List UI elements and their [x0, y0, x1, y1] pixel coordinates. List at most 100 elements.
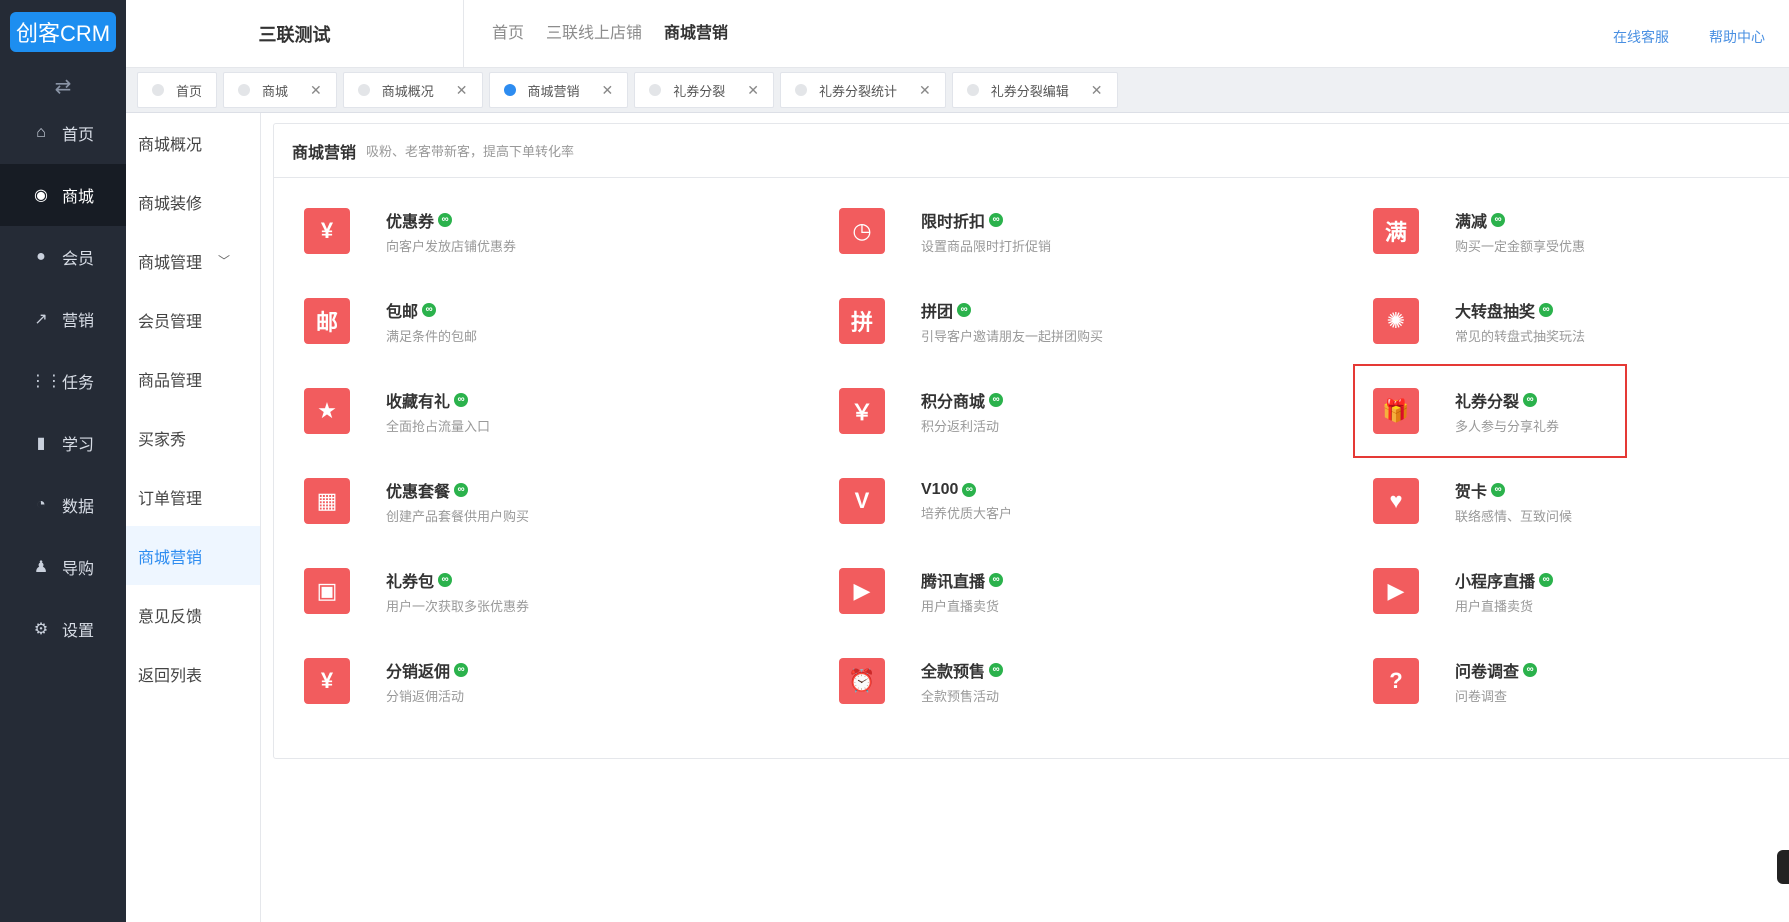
nav-item-marketing[interactable]: ↗ 营销 [0, 288, 126, 350]
main-sidebar: 创客CRM ⇄ ⌂ 首页 ◉ 商城 ● 会员 ↗ 营销 ⋮⋮ 任务 ▮ 学习 ◔ 数据 ♟ 导购… [0, 0, 126, 922]
submenu-item-product-management[interactable]: 商品管理 [126, 349, 260, 408]
nav-label: 设置 [62, 623, 95, 640]
nav-item-study[interactable]: ▮ 学习 [0, 412, 126, 474]
marketing-tool-card[interactable]: ￥ 积分商城 ∞ 积分返利活动 [809, 366, 1129, 456]
breadcrumb-current: 商城营销 [664, 25, 729, 42]
close-icon[interactable]: ✕ [747, 82, 759, 99]
link-icon[interactable]: ∞ [1523, 662, 1538, 677]
submenu-item-shop-decoration[interactable]: 商城装修 [126, 172, 260, 231]
nav-item-task[interactable]: ⋮⋮ 任务 [0, 350, 126, 412]
alarm-icon: ⏰ [839, 658, 885, 704]
breadcrumb-item[interactable]: 三联线上店铺 [546, 19, 642, 43]
marketing-tool-card[interactable]: ▶ 腾讯直播 ∞ 用户直播卖货 [809, 546, 1129, 636]
submenu-item-member-management[interactable]: 会员管理 [126, 290, 260, 349]
nav-item-data[interactable]: ◔ 数据 [0, 474, 126, 536]
tool-description: 创建产品套餐供用户购买 [386, 508, 530, 524]
link-icon[interactable]: ∞ [422, 302, 437, 317]
link-icon[interactable]: ∞ [989, 212, 1004, 227]
tab-shop-overview[interactable]: 商城概况 ✕ [342, 72, 483, 108]
tool-description: 用户直播卖货 [1455, 598, 1534, 614]
close-icon[interactable]: ✕ [310, 82, 322, 99]
team-icon: ♟ [33, 559, 49, 576]
tool-name: 优惠券 [386, 213, 435, 231]
submenu-item-feedback[interactable]: 意见反馈 [126, 585, 260, 644]
marketing-tool-card[interactable]: ? 问卷调查 ∞ 问卷调查 [1343, 636, 1663, 726]
marketing-tool-card[interactable]: 满 满减 ∞ 购买一定金额享受优惠 [1343, 186, 1663, 276]
marketing-tool-card[interactable]: ▣ 礼券包 ∞ 用户一次获取多张优惠券 [274, 546, 594, 636]
link-icon[interactable]: ∞ [1539, 572, 1554, 587]
marketing-tool-card[interactable]: 🎁 礼券分裂 ∞ 多人参与分享礼券 [1353, 364, 1627, 458]
tool-name-row: 满减 ∞ [1455, 208, 1585, 232]
link-icon[interactable]: ∞ [1491, 212, 1506, 227]
swap-arrows-icon[interactable]: ⇄ [0, 70, 126, 102]
breadcrumb-item[interactable]: 首页 [492, 19, 524, 43]
marketing-tool-card[interactable]: ✺ 大转盘抽奖 ∞ 常见的转盘式抽奖玩法 [1343, 276, 1663, 366]
tab-shop[interactable]: 商城 ✕ [223, 72, 337, 108]
marketing-tool-card[interactable]: ¥ 优惠券 ∞ 向客户发放店铺优惠券 [274, 186, 594, 276]
marketing-tool-card[interactable]: ⏰ 全款预售 ∞ 全款预售活动 [809, 636, 1129, 726]
marketing-tool-card[interactable]: V V100 ∞ 培养优质大客户 [809, 456, 1129, 546]
tab-shop-marketing[interactable]: 商城营销 ✕ [488, 72, 629, 108]
link-icon[interactable]: ∞ [1491, 482, 1506, 497]
close-icon[interactable]: ✕ [456, 82, 468, 99]
panel-title: 商城营销 [292, 144, 357, 162]
tab-coupon-split[interactable]: 礼券分裂 ✕ [634, 72, 775, 108]
submenu-item-back-to-list[interactable]: 返回列表 [126, 644, 260, 703]
nav-label: 数据 [62, 499, 95, 516]
submenu-label: 商城概况 [138, 136, 203, 154]
submenu-item-shop-management[interactable]: 商城管理 ﹀ [126, 231, 260, 290]
tool-text: 满减 ∞ 购买一定金额享受优惠 [1455, 208, 1585, 255]
marketing-tool-card[interactable]: ★ 收藏有礼 ∞ 全面抢占流量入口 [274, 366, 594, 456]
tab-coupon-split-edit[interactable]: 礼券分裂编辑 ✕ [951, 72, 1118, 108]
tool-description: 用户直播卖货 [921, 598, 1000, 614]
nav-item-guide[interactable]: ♟ 导购 [0, 536, 126, 598]
link-icon[interactable]: ∞ [438, 212, 453, 227]
nav-item-home[interactable]: ⌂ 首页 [0, 102, 126, 164]
link-icon[interactable]: ∞ [454, 482, 469, 497]
link-icon[interactable]: ∞ [989, 572, 1004, 587]
tab-home[interactable]: 首页 [137, 72, 218, 108]
close-icon[interactable]: ✕ [602, 82, 614, 99]
close-icon[interactable]: ✕ [919, 82, 931, 99]
marketing-tool-card[interactable]: ¥ 分销返佣 ∞ 分销返佣活动 [274, 636, 594, 726]
mini-live-icon: ▶ [1373, 568, 1419, 614]
link-icon[interactable]: ∞ [454, 662, 469, 677]
link-icon[interactable]: ∞ [962, 482, 977, 497]
nav-item-settings[interactable]: ⚙ 设置 [0, 598, 126, 660]
tool-name-row: 优惠套餐 ∞ [386, 478, 529, 502]
marketing-tool-card[interactable]: 拼 拼团 ∞ 引导客户邀请朋友一起拼团购买 [809, 276, 1129, 366]
marketing-tool-card[interactable]: ▦ 优惠套餐 ∞ 创建产品套餐供用户购买 [274, 456, 594, 546]
submenu-item-buyer-show[interactable]: 买家秀 [126, 408, 260, 467]
floating-side-button[interactable] [1777, 850, 1789, 884]
link-icon[interactable]: ∞ [454, 392, 469, 407]
tool-text: 小程序直播 ∞ 用户直播卖货 [1455, 568, 1554, 615]
marketing-tool-card[interactable]: ♥ 贺卡 ∞ 联络感情、互致问候 [1343, 456, 1663, 546]
submenu-item-shop-overview[interactable]: 商城概况 [126, 113, 260, 172]
link-icon[interactable]: ∞ [1523, 392, 1538, 407]
tab-coupon-split-stats[interactable]: 礼券分裂统计 ✕ [780, 72, 946, 108]
brand-logo[interactable]: 创客CRM [10, 12, 116, 52]
shop-name[interactable]: 三联测试 [126, 0, 464, 68]
tool-name-row: 问卷调查 ∞ [1455, 658, 1538, 682]
online-service-link[interactable]: 在线客服 [1613, 27, 1669, 47]
tool-description: 全款预售活动 [921, 688, 1000, 704]
submenu-item-order-management[interactable]: 订单管理 [126, 467, 260, 526]
marketing-tool-card[interactable]: ◷ 限时折扣 ∞ 设置商品限时打折促销 [809, 186, 1129, 276]
submenu-label: 商城管理 [138, 254, 203, 272]
link-icon[interactable]: ∞ [989, 662, 1004, 677]
tool-name-row: 礼券分裂 ∞ [1455, 388, 1559, 412]
nav-item-shop[interactable]: ◉ 商城 [0, 164, 126, 226]
tool-text: 收藏有礼 ∞ 全面抢占流量入口 [386, 388, 490, 435]
link-icon[interactable]: ∞ [1539, 302, 1554, 317]
submenu-label: 商品管理 [138, 372, 203, 390]
help-center-link[interactable]: 帮助中心 [1709, 27, 1765, 47]
submenu-item-shop-marketing[interactable]: 商城营销 [126, 526, 260, 585]
tool-name: 礼券分裂 [1455, 393, 1520, 411]
marketing-tool-card[interactable]: 邮 包邮 ∞ 满足条件的包邮 [274, 276, 594, 366]
nav-item-member[interactable]: ● 会员 [0, 226, 126, 288]
link-icon[interactable]: ∞ [438, 572, 453, 587]
link-icon[interactable]: ∞ [957, 302, 972, 317]
marketing-tool-card[interactable]: ▶ 小程序直播 ∞ 用户直播卖货 [1343, 546, 1663, 636]
close-icon[interactable]: ✕ [1091, 82, 1103, 99]
link-icon[interactable]: ∞ [989, 392, 1004, 407]
